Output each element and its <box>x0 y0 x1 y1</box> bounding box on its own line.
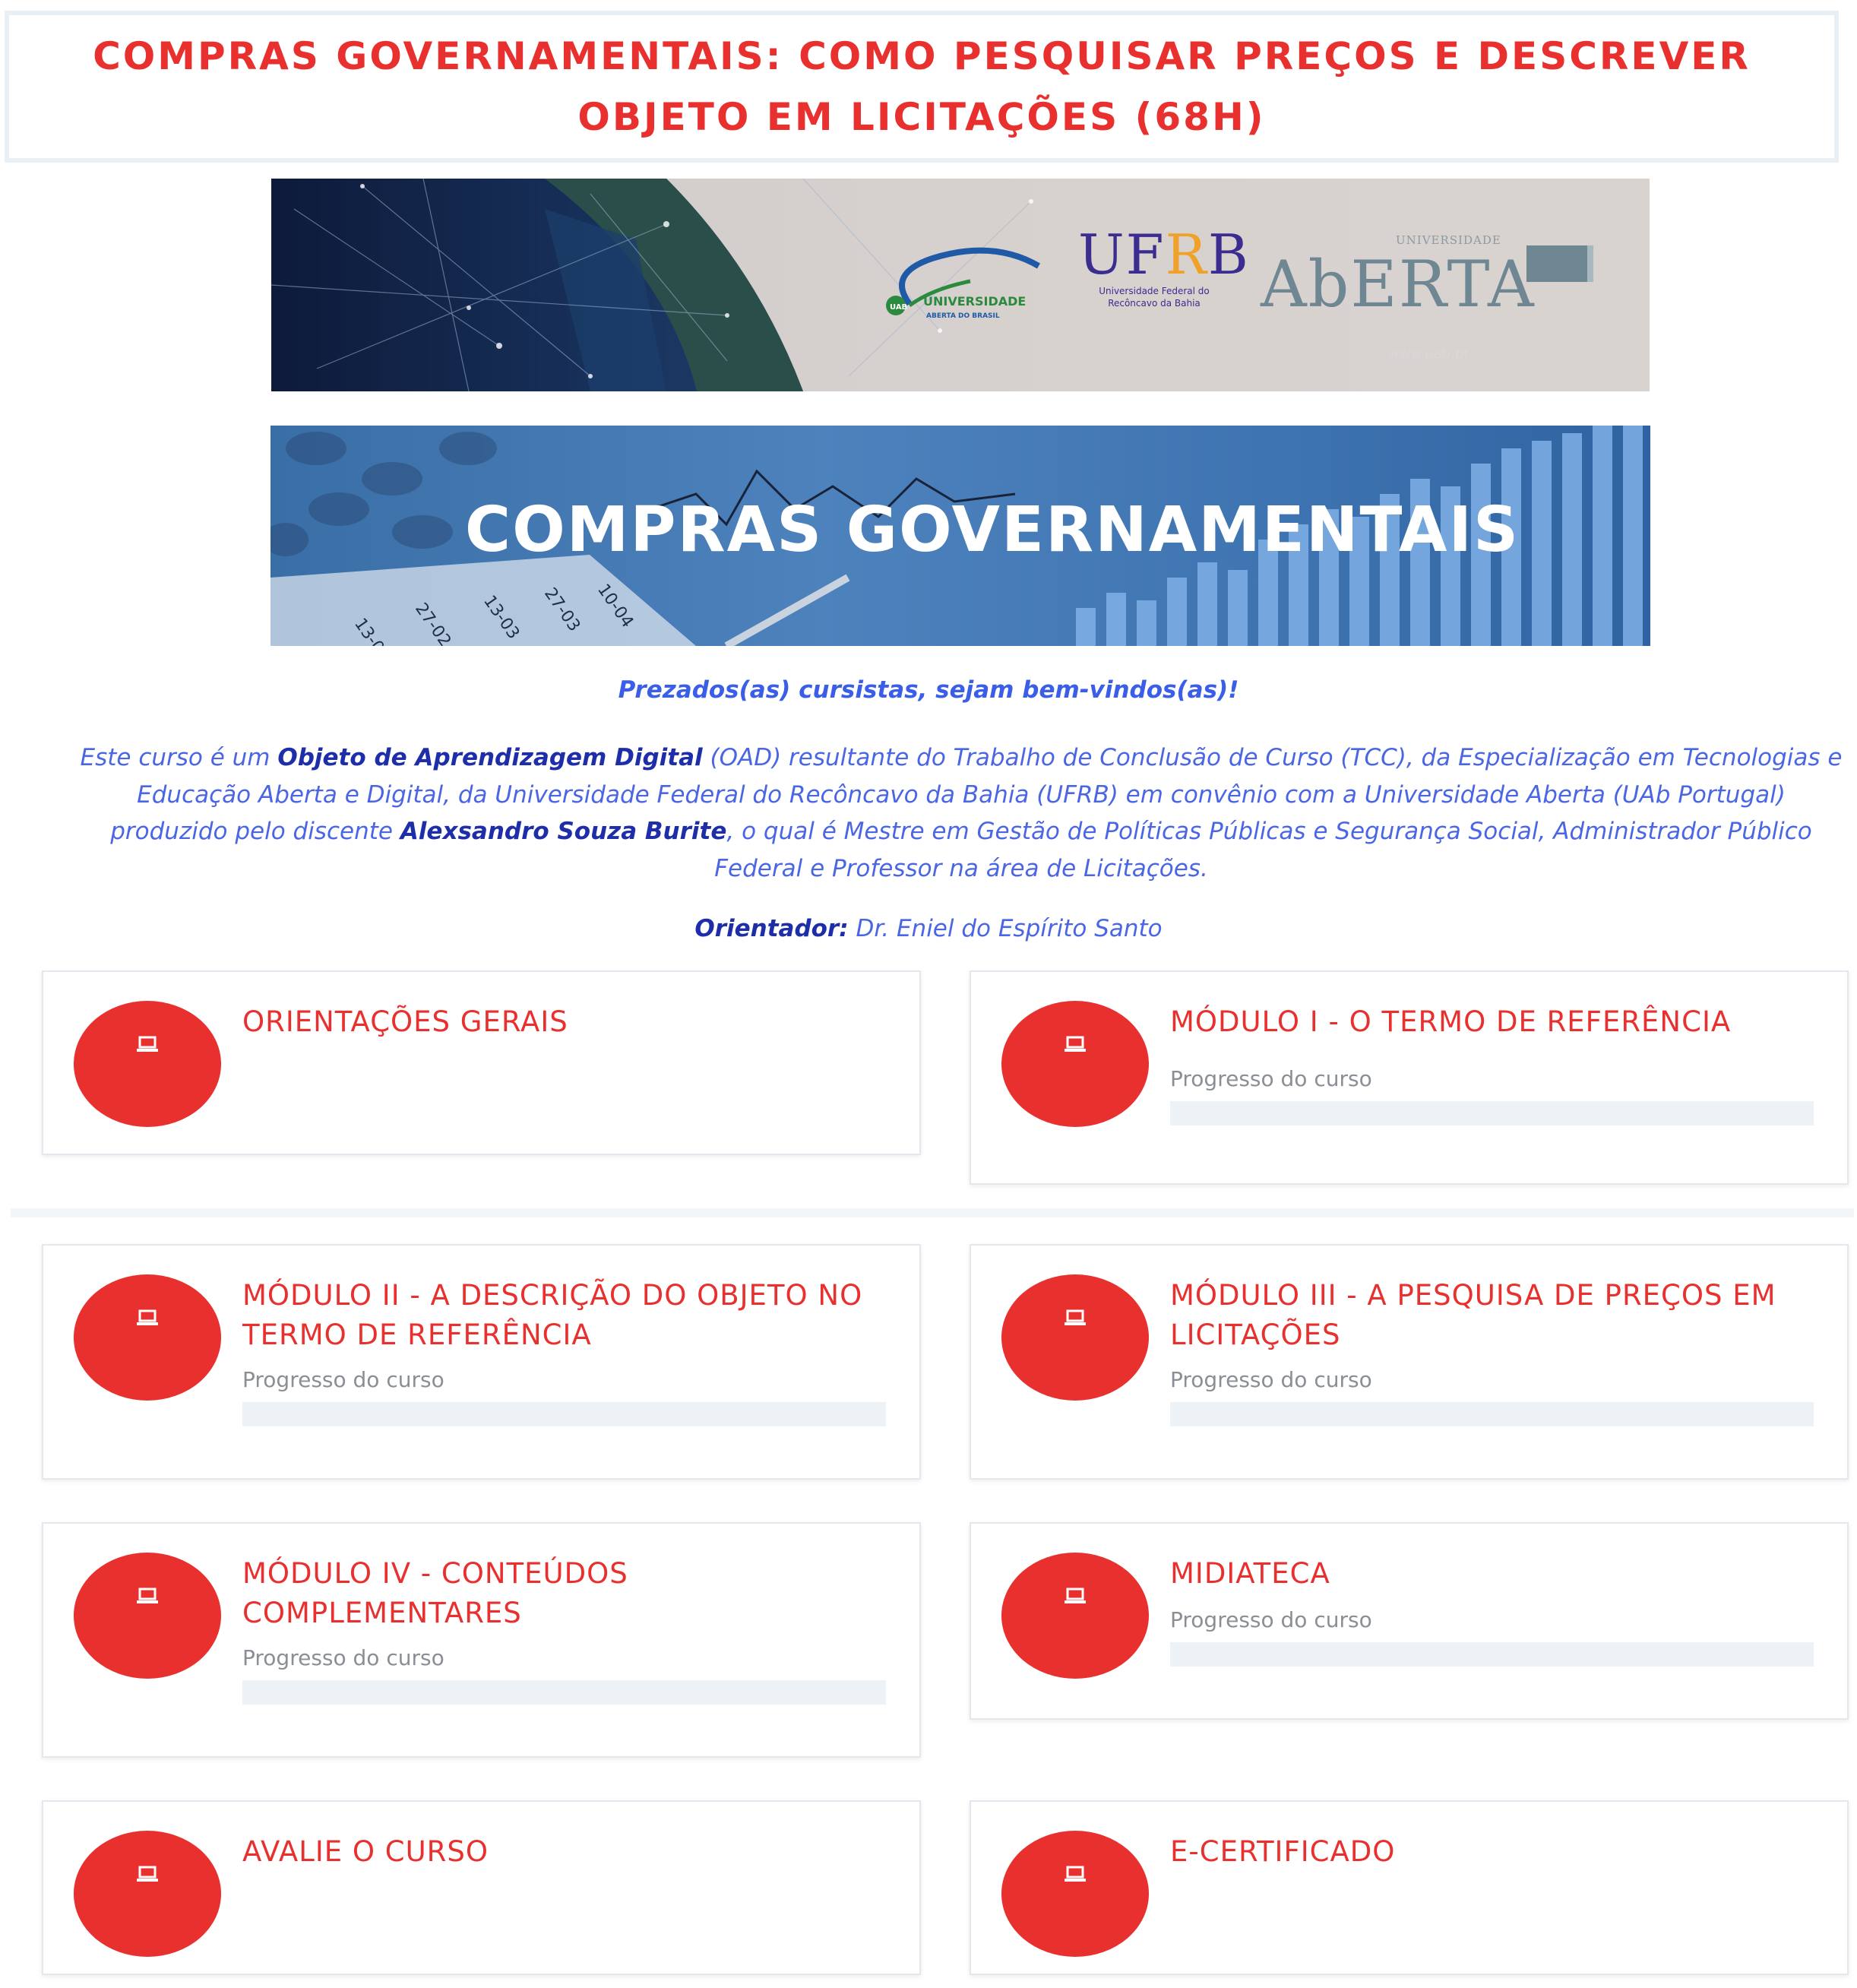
course-banner-title: COMPRAS GOVERNAMENTAIS <box>464 494 1520 566</box>
section-title[interactable]: MÓDULO III - A PESQUISA DE PREÇOS EM LIC… <box>1170 1276 1824 1355</box>
section-title[interactable]: AVALIE O CURSO <box>242 1832 897 1872</box>
section-divider <box>11 1208 1854 1217</box>
uab-badge-text: UAB <box>890 303 907 312</box>
intro-text-1: Este curso é um <box>80 744 278 771</box>
course-section-card[interactable]: MÓDULO I - O TERMO DE REFERÊNCIA Progres… <box>970 970 1849 1185</box>
course-section-card[interactable]: AVALIE O CURSO <box>42 1800 921 1975</box>
laptop-icon <box>1065 1588 1086 1603</box>
course-intro: Este curso é um Objeto de Aprendizagem D… <box>76 739 1846 887</box>
welcome-message: Prezados(as) cursistas, sejam bem-vindos… <box>618 676 1239 704</box>
section-icon-circle <box>1001 1274 1149 1401</box>
section-title[interactable]: MIDIATECA <box>1170 1554 1824 1594</box>
laptop-icon <box>137 1866 158 1882</box>
advisor-name: Dr. Eniel do Espírito Santo <box>848 915 1163 942</box>
intro-bold-oad: Objeto de Aprendizagem Digital <box>277 744 703 771</box>
laptop-icon <box>137 1309 158 1325</box>
uab-name-line1: UNIVERSIDADE <box>923 294 1026 309</box>
laptop-icon <box>1065 1309 1086 1325</box>
section-icon-circle <box>1001 1553 1149 1679</box>
course-banner: 13-02 27-02 13-03 27-03 10-04 COMPRAS GO… <box>270 426 1650 646</box>
section-title[interactable]: ORIENTAÇÕES GERAIS <box>242 1002 897 1042</box>
section-icon-circle <box>74 1274 221 1401</box>
advisor-label: Orientador: <box>694 915 849 942</box>
section-title[interactable]: MÓDULO I - O TERMO DE REFERÊNCIA <box>1170 1002 1824 1042</box>
course-title-box: COMPRAS GOVERNAMENTAIS: COMO PESQUISAR P… <box>5 11 1839 163</box>
progress-bar <box>1170 1642 1814 1667</box>
laptop-icon <box>1065 1866 1086 1882</box>
uab-logo: UAB UNIVERSIDADE ABERTA DO BRASIL <box>886 247 1041 320</box>
section-icon-circle <box>1001 1831 1149 1957</box>
ufrb-b: B <box>1207 223 1250 286</box>
ufrb-r: R <box>1165 223 1208 286</box>
progress-label: Progresso do curso <box>1170 1066 1372 1091</box>
course-title: COMPRAS GOVERNAMENTAIS: COMO PESQUISAR P… <box>93 34 1751 139</box>
ufrb-uf: UF <box>1078 223 1166 286</box>
laptop-icon <box>1065 1036 1086 1052</box>
progress-label: Progresso do curso <box>1170 1607 1372 1632</box>
section-icon-circle <box>74 1001 221 1127</box>
section-title[interactable]: MÓDULO IV - CONTEÚDOS COMPLEMENTARES <box>242 1554 897 1633</box>
aberta-url: www.uab.pt <box>1388 346 1469 362</box>
progress-label: Progresso do curso <box>242 1645 444 1670</box>
section-title[interactable]: E-CERTIFICADO <box>1170 1832 1824 1872</box>
course-section-card[interactable]: MÓDULO II - A DESCRIÇÃO DO OBJETO NO TER… <box>42 1244 921 1480</box>
ufrb-name-line2: Recôncavo da Bahia <box>1108 298 1201 309</box>
logos-banner: UAB UNIVERSIDADE ABERTA DO BRASIL UFRB U… <box>271 179 1650 391</box>
progress-label: Progresso do curso <box>242 1367 444 1392</box>
section-title[interactable]: MÓDULO II - A DESCRIÇÃO DO OBJETO NO TER… <box>242 1276 897 1355</box>
intro-text-3: , o qual é Mestre em Gestão de Políticas… <box>714 818 1812 882</box>
aberta-word: AbERTA <box>1261 247 1536 321</box>
aberta-sup: UNIVERSIDADE <box>1396 233 1501 247</box>
ufrb-logo: UFRB Universidade Federal do Recôncavo d… <box>1078 223 1248 309</box>
course-section-card[interactable]: MÓDULO III - A PESQUISA DE PREÇOS EM LIC… <box>970 1244 1849 1480</box>
advisor-line: Orientador: Dr. Eniel do Espírito Santo <box>0 915 1857 942</box>
progress-bar <box>242 1680 886 1705</box>
progress-label: Progresso do curso <box>1170 1367 1372 1392</box>
section-icon-circle <box>74 1553 221 1679</box>
course-section-card[interactable]: MIDIATECA Progresso do curso <box>970 1522 1849 1720</box>
intro-bold-author: Alexsandro Souza Burite <box>400 818 727 845</box>
ufrb-name-line1: Universidade Federal do <box>1099 286 1210 296</box>
aberta-square <box>1526 245 1587 282</box>
uab-name-line2: ABERTA DO BRASIL <box>926 312 1000 320</box>
course-section-card[interactable]: E-CERTIFICADO <box>970 1800 1849 1975</box>
course-section-card[interactable]: ORIENTAÇÕES GERAIS <box>42 970 921 1155</box>
section-icon-circle <box>1001 1001 1149 1127</box>
laptop-icon <box>137 1036 158 1052</box>
progress-bar <box>242 1402 886 1426</box>
progress-bar <box>1170 1101 1814 1125</box>
progress-bar <box>1170 1402 1814 1426</box>
course-section-card[interactable]: MÓDULO IV - CONTEÚDOS COMPLEMENTARES Pro… <box>42 1522 921 1758</box>
section-icon-circle <box>74 1831 221 1957</box>
laptop-icon <box>137 1588 158 1603</box>
